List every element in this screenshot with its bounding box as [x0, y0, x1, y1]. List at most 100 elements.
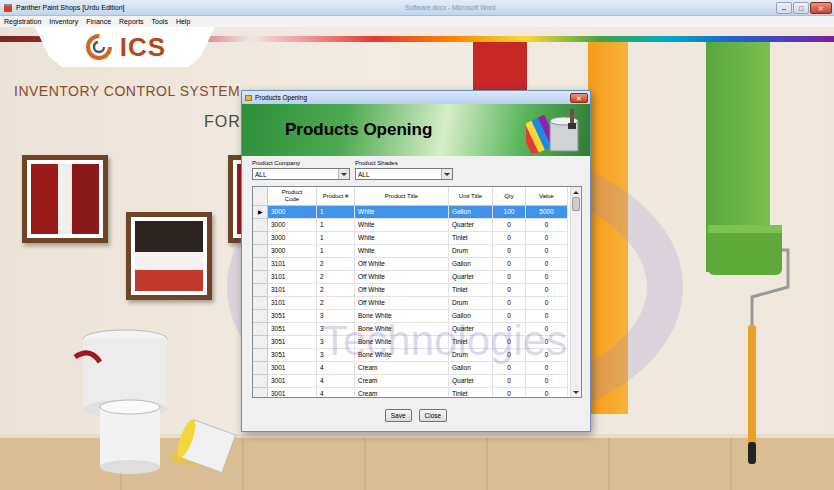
row-header[interactable] [253, 271, 268, 284]
table-cell[interactable]: Cream [355, 375, 449, 388]
table-cell[interactable]: White [355, 219, 449, 232]
column-header[interactable]: Unit Title [449, 187, 493, 206]
table-cell[interactable]: 3 [317, 349, 355, 362]
table-cell[interactable]: 0 [526, 258, 568, 271]
table-cell[interactable]: Off White [355, 297, 449, 310]
table-cell[interactable]: Gallon [449, 310, 493, 323]
table-cell[interactable]: Drum [449, 349, 493, 362]
scroll-up-icon[interactable] [571, 187, 581, 197]
table-cell[interactable]: 0 [493, 232, 526, 245]
dialog-button[interactable]: Save [385, 409, 412, 422]
table-cell[interactable]: 3101 [268, 297, 317, 310]
table-cell[interactable]: 0 [493, 219, 526, 232]
table-cell[interactable]: 3001 [268, 375, 317, 388]
table-row[interactable]: ▶ 30001WhiteGallon1005000 [253, 206, 570, 219]
menu-item[interactable]: Registration [0, 16, 45, 27]
table-cell[interactable]: Off White [355, 284, 449, 297]
table-row[interactable]: 30014CreamGallon00 [253, 362, 570, 375]
table-row[interactable]: 30513Bone WhiteGallon00 [253, 310, 570, 323]
table-cell[interactable]: White [355, 232, 449, 245]
row-header[interactable] [253, 310, 268, 323]
table-cell[interactable]: Quarter [449, 271, 493, 284]
table-cell[interactable]: 0 [526, 271, 568, 284]
table-cell[interactable]: 0 [493, 245, 526, 258]
table-cell[interactable]: 0 [526, 362, 568, 375]
table-cell[interactable]: 3101 [268, 271, 317, 284]
row-header[interactable] [253, 284, 268, 297]
row-header[interactable] [253, 297, 268, 310]
dropdown-arrow-icon[interactable] [338, 169, 349, 179]
table-cell[interactable]: 0 [493, 336, 526, 349]
filter-combobox[interactable]: ALL [355, 168, 453, 180]
row-header[interactable] [253, 375, 268, 388]
table-cell[interactable]: 1 [317, 245, 355, 258]
table-cell[interactable]: 2 [317, 297, 355, 310]
table-cell[interactable]: 4 [317, 375, 355, 388]
table-cell[interactable]: 0 [526, 232, 568, 245]
table-cell[interactable]: 1 [317, 206, 355, 219]
table-cell[interactable]: 4 [317, 388, 355, 397]
table-cell[interactable]: 3051 [268, 323, 317, 336]
table-cell[interactable]: 0 [493, 271, 526, 284]
table-cell[interactable]: 0 [526, 388, 568, 397]
column-header[interactable]: Qty [493, 187, 526, 206]
table-cell[interactable]: Drum [449, 245, 493, 258]
table-row[interactable]: 31012Off WhiteGallon00 [253, 258, 570, 271]
table-cell[interactable]: Bone White [355, 310, 449, 323]
row-header[interactable] [253, 219, 268, 232]
table-cell[interactable]: Tinlet [449, 232, 493, 245]
table-cell[interactable]: Gallon [449, 206, 493, 219]
table-cell[interactable]: 3101 [268, 258, 317, 271]
table-row[interactable]: 30513Bone WhiteTinlet00 [253, 336, 570, 349]
table-cell[interactable]: 0 [526, 297, 568, 310]
table-cell[interactable]: 3 [317, 323, 355, 336]
table-cell[interactable]: 0 [493, 349, 526, 362]
table-cell[interactable]: 0 [493, 362, 526, 375]
scroll-down-icon[interactable] [571, 387, 581, 397]
table-cell[interactable]: Tinlet [449, 284, 493, 297]
table-cell[interactable]: 3 [317, 336, 355, 349]
table-row[interactable]: 30001WhiteQuarter00 [253, 219, 570, 232]
table-cell[interactable]: Gallon [449, 362, 493, 375]
table-cell[interactable]: Off White [355, 271, 449, 284]
table-cell[interactable]: 1 [317, 219, 355, 232]
table-cell[interactable]: 3000 [268, 206, 317, 219]
table-cell[interactable]: 0 [493, 323, 526, 336]
table-cell[interactable]: White [355, 245, 449, 258]
close-button[interactable]: ✕ [570, 93, 588, 103]
row-header[interactable] [253, 232, 268, 245]
table-row[interactable]: 30513Bone WhiteDrum00 [253, 349, 570, 362]
column-header[interactable]: Value [526, 187, 568, 206]
table-cell[interactable]: 5000 [526, 206, 568, 219]
table-cell[interactable]: Gallon [449, 258, 493, 271]
table-row[interactable]: 30001WhiteDrum00 [253, 245, 570, 258]
table-cell[interactable]: Cream [355, 388, 449, 397]
dialog-button[interactable]: Close [419, 409, 448, 422]
table-cell[interactable]: Bone White [355, 323, 449, 336]
table-row[interactable]: 30014CreamTinlet00 [253, 388, 570, 397]
table-cell[interactable]: 0 [526, 323, 568, 336]
table-cell[interactable]: 0 [526, 310, 568, 323]
table-cell[interactable]: 0 [493, 388, 526, 397]
table-row[interactable]: 30001WhiteTinlet00 [253, 232, 570, 245]
menu-item[interactable]: Reports [115, 16, 148, 27]
window-control-button[interactable]: □ [793, 2, 809, 14]
row-header[interactable] [253, 362, 268, 375]
table-row[interactable]: 30513Bone WhiteQuarter00 [253, 323, 570, 336]
table-cell[interactable]: 2 [317, 284, 355, 297]
scroll-thumb[interactable] [572, 197, 580, 211]
table-cell[interactable]: 2 [317, 258, 355, 271]
menu-item[interactable]: Help [172, 16, 194, 27]
table-cell[interactable]: 0 [493, 258, 526, 271]
row-header[interactable] [253, 388, 268, 397]
row-header[interactable]: ▶ [253, 206, 268, 219]
table-cell[interactable]: 3001 [268, 388, 317, 397]
table-cell[interactable]: 3000 [268, 245, 317, 258]
table-cell[interactable]: Tinlet [449, 388, 493, 397]
row-header[interactable] [253, 323, 268, 336]
table-cell[interactable]: 4 [317, 362, 355, 375]
filter-combobox[interactable]: ALL [252, 168, 350, 180]
table-cell[interactable]: Tinlet [449, 336, 493, 349]
dropdown-arrow-icon[interactable] [441, 169, 452, 179]
table-cell[interactable]: 3101 [268, 284, 317, 297]
